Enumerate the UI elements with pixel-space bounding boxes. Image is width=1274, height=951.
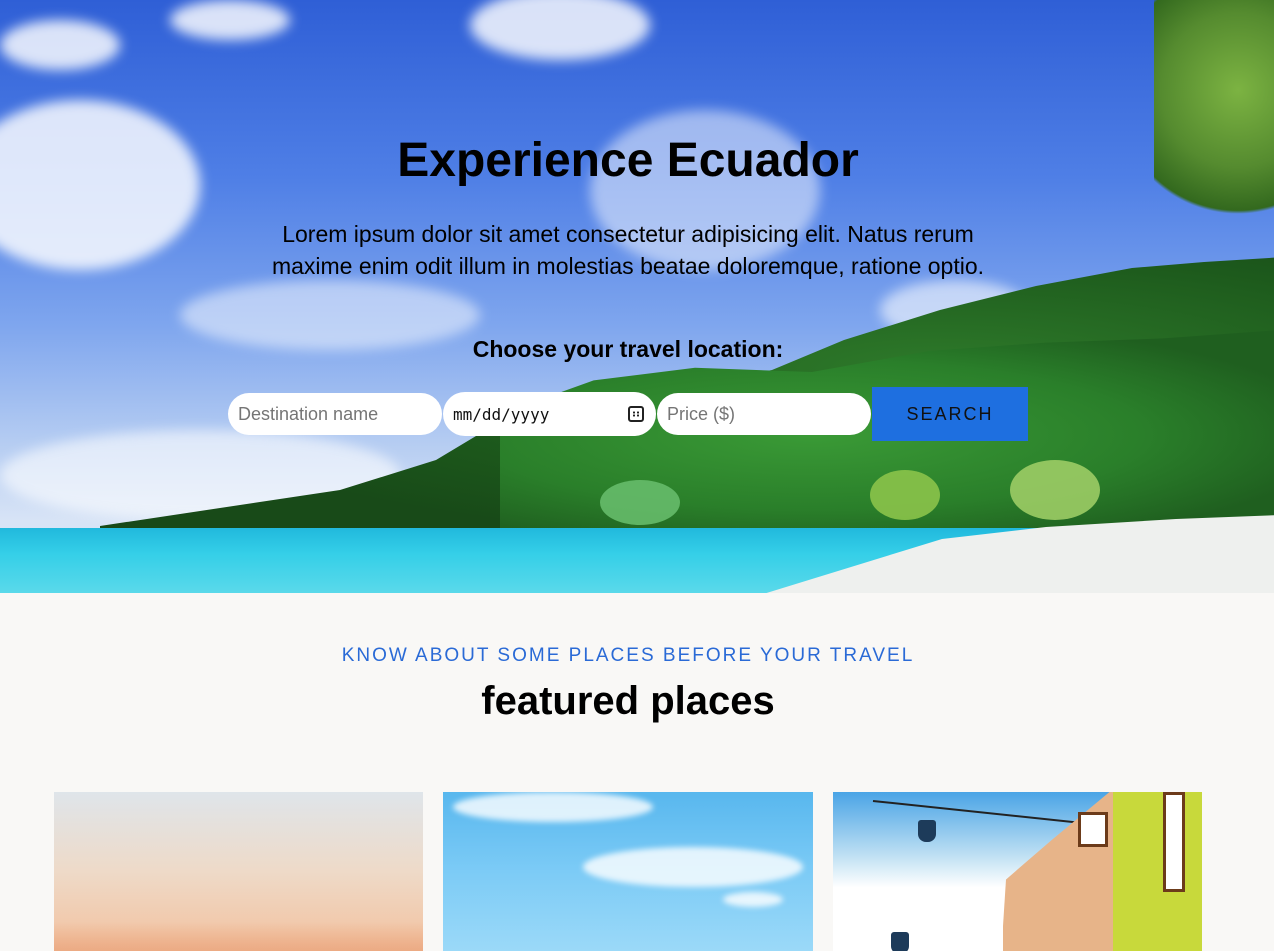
search-prompt: Choose your travel location:: [472, 336, 784, 362]
lamp-icon: [918, 820, 936, 842]
search-button[interactable]: SEARCH: [872, 387, 1028, 441]
hero-description: Lorem ipsum dolor sit amet consectetur a…: [271, 221, 985, 279]
date-placeholder: mm/dd/yyyy: [453, 404, 550, 424]
date-input[interactable]: mm/dd/yyyy: [443, 392, 656, 436]
hero-section: Experience Ecuador Lorem ipsum dolor sit…: [0, 0, 1274, 593]
section-kicker: KNOW ABOUT SOME PLACES BEFORE YOUR TRAVE…: [341, 645, 915, 666]
cloud: [170, 0, 290, 40]
cloud: [0, 20, 120, 70]
price-placeholder: Price ($): [667, 403, 736, 424]
destination-placeholder: Destination name: [238, 403, 379, 424]
featured-place-card[interactable]: [443, 792, 813, 951]
tree-leaves: [1154, 0, 1274, 240]
section-title: featured places: [481, 679, 775, 723]
destination-input[interactable]: Destination name: [228, 393, 442, 435]
page-title: Experience Ecuador: [397, 134, 859, 187]
cloud: [470, 0, 650, 60]
price-input[interactable]: Price ($): [657, 393, 871, 435]
calendar-icon[interactable]: [628, 406, 644, 422]
featured-place-card[interactable]: [54, 792, 423, 951]
featured-place-card[interactable]: [833, 792, 1202, 951]
lamp-icon: [891, 932, 909, 951]
